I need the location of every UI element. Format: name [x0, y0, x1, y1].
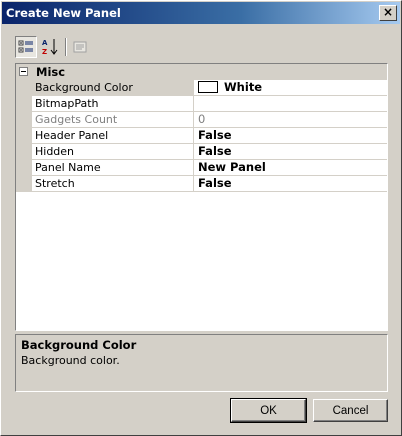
- alphabetical-sort-icon: A Z: [42, 39, 58, 56]
- svg-text:A: A: [42, 39, 48, 47]
- property-grid[interactable]: Misc Background Color White BitmapPath G…: [15, 63, 388, 331]
- property-row-hidden[interactable]: Hidden False: [32, 144, 387, 160]
- property-row-stretch[interactable]: Stretch False: [32, 176, 387, 192]
- property-value[interactable]: White: [198, 80, 387, 95]
- description-text: Background color.: [21, 354, 120, 367]
- property-name: Background Color: [32, 80, 194, 95]
- color-swatch: [198, 81, 218, 93]
- property-value-text: White: [224, 80, 263, 94]
- property-row-background-color[interactable]: Background Color White: [32, 80, 387, 96]
- property-pages-icon: [73, 41, 87, 53]
- property-grid-toolbar: A Z: [15, 34, 395, 60]
- property-value[interactable]: False: [198, 128, 387, 143]
- property-row-panel-name[interactable]: Panel Name New Panel: [32, 160, 387, 176]
- property-value[interactable]: False: [198, 176, 387, 191]
- window-title: Create New Panel: [6, 6, 121, 20]
- alphabetical-button[interactable]: A Z: [39, 36, 61, 58]
- property-row-gadgets-count[interactable]: Gadgets Count 0: [32, 112, 387, 128]
- category-row-misc[interactable]: Misc: [16, 64, 387, 80]
- property-name: Panel Name: [32, 160, 194, 175]
- property-value: 0: [198, 112, 206, 126]
- close-icon: ×: [382, 5, 394, 19]
- property-row-bitmap-path[interactable]: BitmapPath: [32, 96, 387, 112]
- property-name: BitmapPath: [32, 96, 194, 111]
- svg-text:Z: Z: [42, 48, 47, 56]
- property-value[interactable]: False: [198, 144, 387, 159]
- property-value[interactable]: New Panel: [198, 160, 387, 175]
- title-bar[interactable]: Create New Panel ×: [2, 2, 400, 24]
- toolbar-separator: [65, 38, 67, 56]
- categorized-button[interactable]: [15, 36, 37, 58]
- description-title: Background Color: [21, 338, 137, 352]
- property-value[interactable]: [198, 96, 387, 111]
- property-name: Stretch: [32, 176, 194, 191]
- property-row-header-panel[interactable]: Header Panel False: [32, 128, 387, 144]
- property-pages-button[interactable]: [69, 36, 91, 58]
- collapse-icon[interactable]: [19, 67, 28, 76]
- dialog-window: Create New Panel × A Z Misc Background C…: [0, 0, 402, 436]
- ok-button[interactable]: OK: [230, 398, 307, 423]
- property-name: Gadgets Count: [32, 112, 194, 127]
- grid-gutter: [16, 64, 32, 192]
- category-label: Misc: [36, 65, 66, 79]
- description-panel: Background Color Background color.: [15, 334, 388, 392]
- close-button[interactable]: ×: [379, 5, 397, 21]
- property-name: Header Panel: [32, 128, 194, 143]
- categorized-icon: [18, 40, 33, 53]
- cancel-button[interactable]: Cancel: [313, 399, 388, 422]
- property-name: Hidden: [32, 144, 194, 159]
